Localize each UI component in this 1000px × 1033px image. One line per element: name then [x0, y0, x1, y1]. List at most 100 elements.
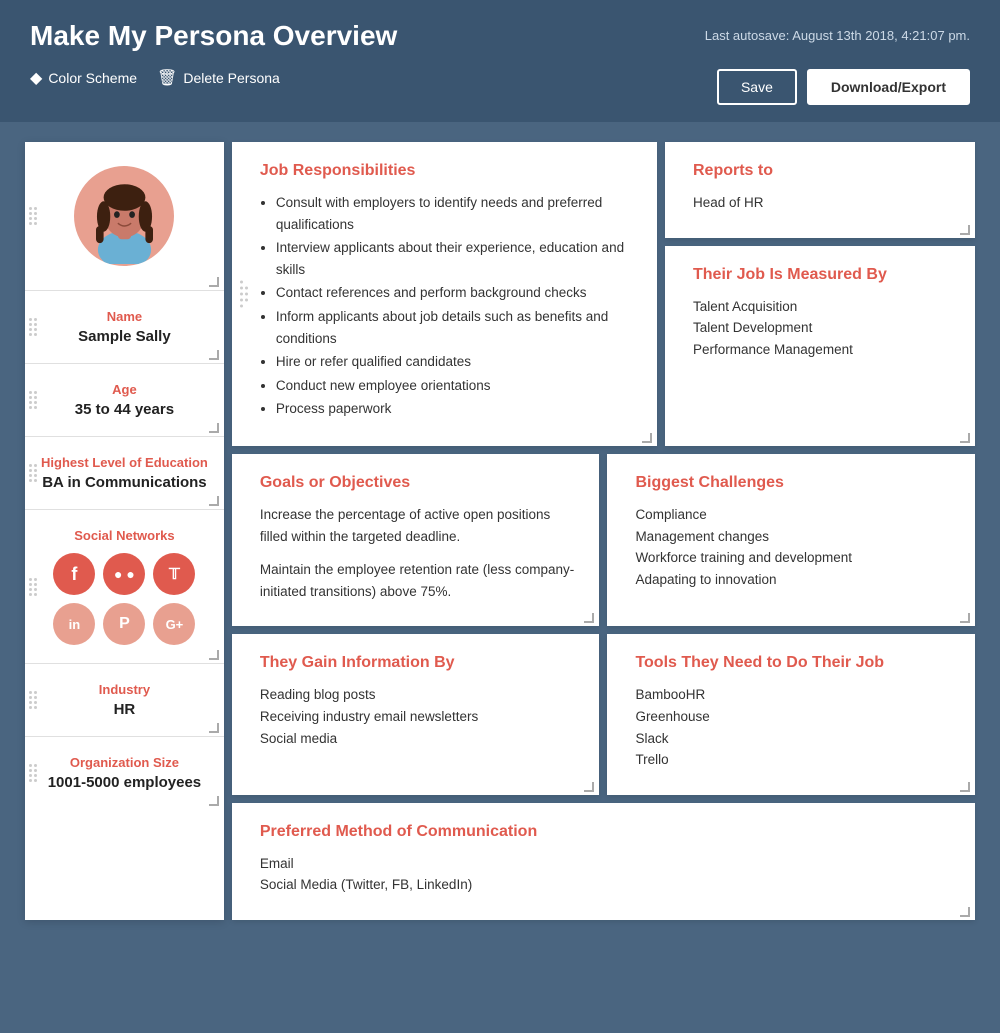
education-label: Highest Level of Education: [41, 455, 208, 470]
delete-persona-label: Delete Persona: [183, 70, 280, 86]
challenges-title: Biggest Challenges: [635, 474, 955, 492]
download-button[interactable]: Download/Export: [807, 69, 970, 105]
education-value: BA in Communications: [41, 474, 208, 491]
list-item: Social media: [260, 728, 580, 750]
communication-card: Preferred Method of Communication Email …: [232, 803, 975, 920]
left-column: Name Sample Sally Age 35 to 44 years Hig…: [25, 142, 224, 920]
social-label: Social Networks: [41, 528, 208, 543]
resize-handle[interactable]: [960, 907, 970, 917]
header-top: Make My Persona Overview Last autosave: …: [30, 20, 970, 52]
reports-to-value: Head of HR: [693, 192, 955, 214]
resize-handle[interactable]: [960, 613, 970, 623]
main-content: Name Sample Sally Age 35 to 44 years Hig…: [0, 122, 1000, 940]
drag-handle[interactable]: [29, 464, 37, 482]
drag-handle[interactable]: [29, 578, 37, 596]
resize-handle[interactable]: [209, 796, 219, 806]
color-scheme-action[interactable]: ◆ Color Scheme: [30, 68, 137, 88]
education-card: Highest Level of Education BA in Communi…: [25, 437, 224, 510]
resize-handle[interactable]: [209, 423, 219, 433]
delete-persona-action[interactable]: 🗑 Delete Persona: [157, 68, 280, 88]
org-size-label: Organization Size: [41, 755, 208, 770]
resize-handle[interactable]: [584, 613, 594, 623]
color-scheme-icon: ◆: [30, 68, 42, 88]
list-item: Compliance: [635, 504, 955, 526]
list-item: Talent Acquisition: [693, 296, 955, 318]
list-item: Receiving industry email newsletters: [260, 706, 580, 728]
drag-handle[interactable]: [29, 318, 37, 336]
resize-handle[interactable]: [584, 782, 594, 792]
list-item: Performance Management: [693, 339, 955, 361]
gain-info-title: They Gain Information By: [260, 654, 580, 672]
list-item: Management changes: [635, 526, 955, 548]
list-item: Slack: [635, 728, 955, 750]
org-size-value: 1001-5000 employees: [41, 774, 208, 791]
list-item: Social Media (Twitter, FB, LinkedIn): [260, 874, 955, 896]
tools-title: Tools They Need to Do Their Job: [635, 654, 955, 672]
list-item: BambooHR: [635, 684, 955, 706]
list-item: Talent Development: [693, 317, 955, 339]
org-size-card: Organization Size 1001-5000 employees: [25, 737, 224, 809]
social-icons: f ● ● 𝕋 in P G+: [41, 553, 208, 645]
list-item: Email: [260, 853, 955, 875]
resize-handle[interactable]: [642, 433, 652, 443]
list-item: Adapating to innovation: [635, 569, 955, 591]
resize-handle[interactable]: [209, 650, 219, 660]
reports-to-card: Reports to Head of HR: [665, 142, 975, 238]
save-button[interactable]: Save: [717, 69, 797, 105]
age-label: Age: [41, 382, 208, 397]
color-scheme-label: Color Scheme: [48, 70, 137, 86]
list-item: Interview applicants about their experie…: [276, 237, 637, 280]
autosave-text: Last autosave: August 13th 2018, 4:21:07…: [705, 20, 970, 43]
goals-para-1: Increase the percentage of active open p…: [260, 504, 580, 547]
industry-value: HR: [41, 701, 208, 718]
grid-row-3: They Gain Information By Reading blog po…: [232, 634, 975, 794]
grid-row-2: Goals or Objectives Increase the percent…: [232, 454, 975, 626]
industry-label: Industry: [41, 682, 208, 697]
list-item: Process paperwork: [276, 398, 637, 420]
resize-handle[interactable]: [209, 723, 219, 733]
google-plus-icon[interactable]: G+: [153, 603, 195, 645]
list-item: Greenhouse: [635, 706, 955, 728]
name-label: Name: [41, 309, 208, 324]
resize-handle[interactable]: [209, 277, 219, 287]
page-title: Make My Persona Overview: [30, 20, 397, 52]
linkedin-icon[interactable]: in: [53, 603, 95, 645]
resize-handle[interactable]: [209, 496, 219, 506]
resize-handle[interactable]: [209, 350, 219, 360]
job-responsibilities-list: Consult with employers to identify needs…: [260, 192, 637, 420]
grid-row-4: Preferred Method of Communication Email …: [232, 803, 975, 920]
goals-card: Goals or Objectives Increase the percent…: [232, 454, 600, 626]
list-item: Consult with employers to identify needs…: [276, 192, 637, 235]
list-item: Contact references and perform backgroun…: [276, 282, 637, 304]
resize-handle[interactable]: [960, 225, 970, 235]
avatar: [74, 166, 174, 266]
twitter-icon[interactable]: 𝕋: [153, 553, 195, 595]
list-item: Inform applicants about job details such…: [276, 306, 637, 349]
avatar-svg: [77, 169, 172, 264]
facebook-icon[interactable]: f: [53, 553, 95, 595]
goals-para-2: Maintain the employee retention rate (le…: [260, 559, 580, 602]
drag-handle[interactable]: [29, 764, 37, 782]
reports-to-title: Reports to: [693, 162, 955, 180]
resize-handle[interactable]: [960, 782, 970, 792]
pinterest-icon[interactable]: P: [103, 603, 145, 645]
list-item: Workforce training and development: [635, 547, 955, 569]
instagram-icon[interactable]: ● ●: [103, 553, 145, 595]
resize-handle[interactable]: [960, 433, 970, 443]
header: Make My Persona Overview Last autosave: …: [0, 0, 1000, 122]
goals-title: Goals or Objectives: [260, 474, 580, 492]
drag-handle[interactable]: [29, 391, 37, 409]
drag-handle[interactable]: [29, 207, 37, 225]
communication-title: Preferred Method of Communication: [260, 823, 955, 841]
list-item: Reading blog posts: [260, 684, 580, 706]
list-item: Conduct new employee orientations: [276, 375, 637, 397]
social-row-1: f ● ● 𝕋: [53, 553, 195, 595]
drag-handle[interactable]: [240, 280, 248, 307]
challenges-card: Biggest Challenges Compliance Management…: [607, 454, 975, 626]
age-card: Age 35 to 44 years: [25, 364, 224, 437]
name-card: Name Sample Sally: [25, 291, 224, 364]
gain-info-card: They Gain Information By Reading blog po…: [232, 634, 600, 794]
drag-handle[interactable]: [29, 691, 37, 709]
right-columns: Job Responsibilities Consult with employ…: [232, 142, 975, 920]
job-responsibilities-title: Job Responsibilities: [260, 162, 637, 180]
